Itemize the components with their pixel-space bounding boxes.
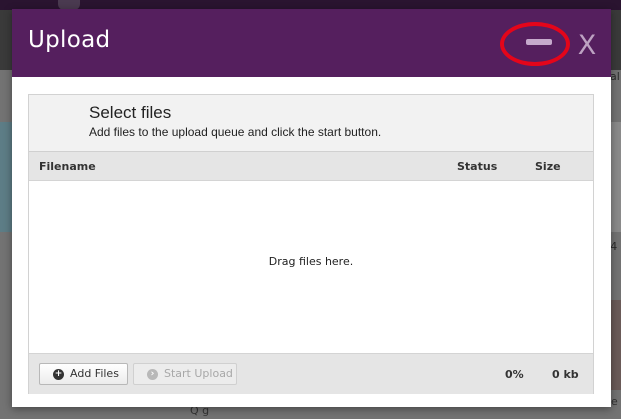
dialog-title: Upload [28,27,111,53]
start-upload-label: Start Upload [164,367,233,380]
plus-circle-icon: + [53,369,64,380]
column-header-size: Size [535,160,561,173]
uploader-title: Select files [89,103,172,122]
column-header-status: Status [457,160,498,173]
total-size: 0 kb [552,368,579,381]
upload-dialog: Upload X Select files Add files to the u… [12,9,611,407]
uploader-footer: + Add Files › Start Upload 0% 0 kb [29,353,593,394]
minimize-highlight-circle [500,22,570,66]
background-image-left [0,122,12,232]
add-files-label: Add Files [70,367,119,380]
column-header-filename: Filename [39,160,96,173]
drop-zone-text: Drag files here. [268,255,354,268]
dialog-header: Upload X [12,9,611,77]
arrow-right-circle-icon: › [147,369,158,380]
uploader-header: Select files Add files to the upload que… [29,95,593,152]
uploader-subtitle: Add files to the upload queue and click … [89,125,382,139]
close-button[interactable]: X [572,29,602,63]
background-image-right [611,122,621,232]
background-text: al [610,70,620,83]
file-list-header: Filename Status Size [29,152,593,181]
total-percent: 0% [505,368,524,381]
add-files-button[interactable]: + Add Files [39,363,128,385]
start-upload-button[interactable]: › Start Upload [133,363,237,385]
background-image-right-lower [611,300,621,390]
file-drop-zone[interactable]: Drag files here. [29,181,593,353]
uploader-panel: Select files Add files to the upload que… [28,94,594,394]
